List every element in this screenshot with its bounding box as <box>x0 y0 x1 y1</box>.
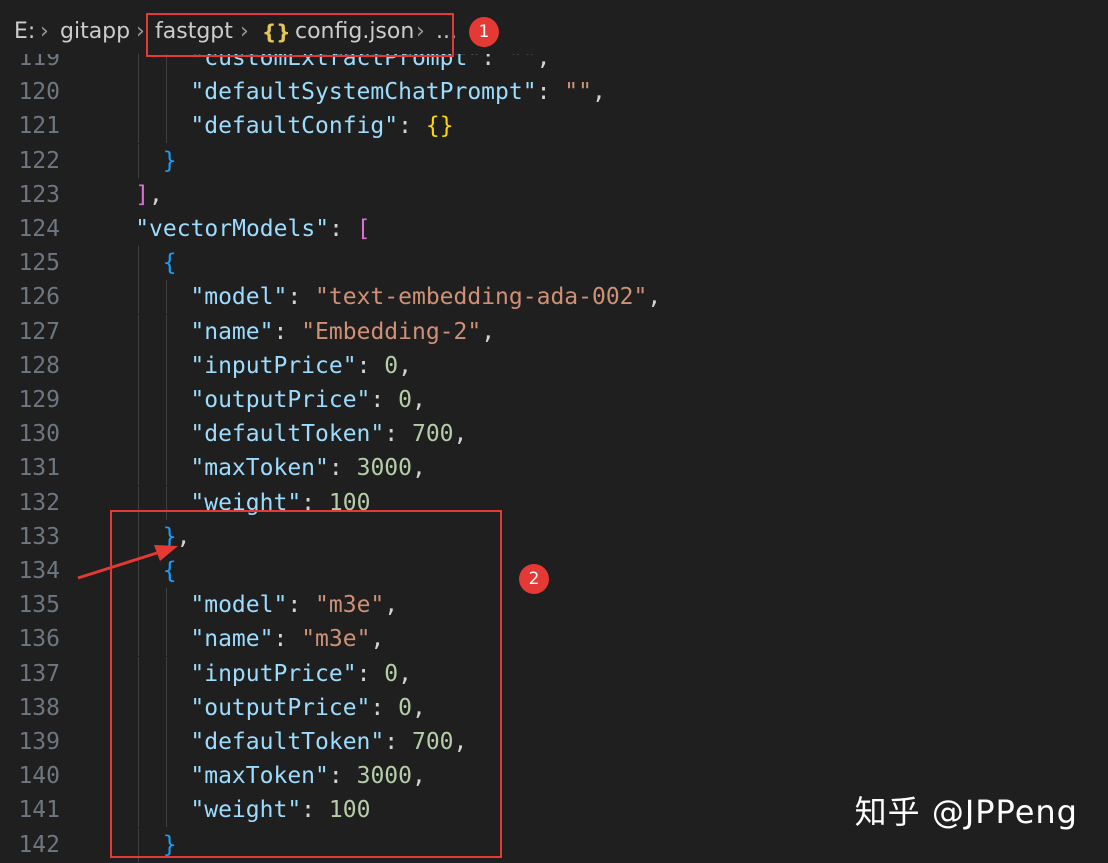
arrow-head <box>154 545 178 561</box>
annotation-arrow <box>77 545 178 580</box>
arrow-shaft <box>77 550 161 580</box>
watermark: 知乎 @JPPeng <box>854 793 1078 831</box>
